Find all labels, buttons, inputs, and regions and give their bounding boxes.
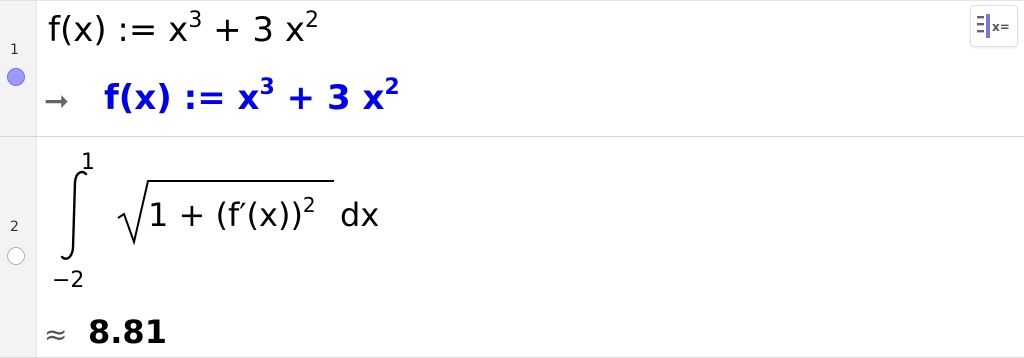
algebra-description-button[interactable]: x=: [970, 5, 1018, 47]
output-lhs: f(x) := x: [104, 78, 260, 118]
output-expression-1: f(x) := x3 + 3 x2: [104, 75, 400, 118]
input-expression-1[interactable]: f(x) := x3 + 3 x2: [48, 8, 319, 50]
algebra-row-1[interactable]: 1 f(x) := x3 + 3 x2 ➞ f(x) := x3 + 3 x2: [0, 0, 1024, 136]
output-arrow-icon: ➞: [44, 84, 70, 119]
output-term: + 3 x: [274, 78, 385, 118]
input-exponent-3: 3: [188, 8, 203, 33]
visibility-toggle-2[interactable]: [7, 247, 25, 265]
visibility-toggle-1[interactable]: [7, 68, 25, 86]
differential: dx: [340, 196, 380, 234]
integral-lower-limit: −2: [52, 268, 85, 293]
approx-symbol: ≈: [44, 318, 68, 351]
radicand-exponent: 2: [302, 193, 316, 217]
radicand-text: 1 + (f′(x)): [148, 196, 303, 234]
input-exponent-2: 2: [304, 8, 319, 33]
row-number-1: 1: [10, 42, 19, 58]
algebra-icon-text: x=: [992, 20, 1010, 34]
integrand[interactable]: 1 + (f′(x))2: [148, 193, 316, 234]
output-exponent-3: 3: [259, 75, 275, 100]
algebra-description-icon: x=: [977, 14, 1010, 38]
numeric-result: 8.81: [88, 313, 167, 351]
integral-sign-icon: [60, 170, 88, 260]
row-number-2: 2: [10, 219, 19, 235]
input-lhs: f(x) := x: [48, 10, 189, 50]
output-exponent-2: 2: [384, 75, 400, 100]
input-term: + 3 x: [202, 10, 305, 50]
